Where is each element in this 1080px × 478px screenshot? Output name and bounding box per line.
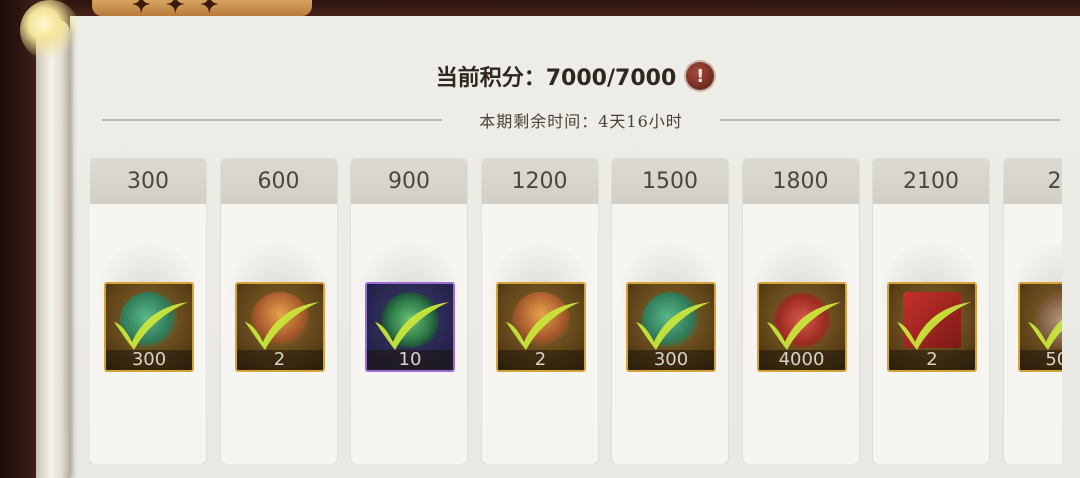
banner-decoration: ✦ ✦ ✦ (132, 0, 223, 16)
reward-threshold: 600 (220, 158, 337, 204)
reward-card[interactable]: 300 300 (90, 158, 206, 464)
reward-threshold: 2100 (873, 158, 989, 204)
reward-threshold: 900 (351, 158, 467, 204)
reward-item[interactable]: 2 (887, 282, 977, 372)
reward-threshold: 24 (1003, 158, 1062, 204)
reward-threshold: 1500 (612, 158, 728, 204)
reward-item[interactable]: 2 (234, 282, 325, 372)
reward-threshold: 1800 (742, 158, 859, 204)
reward-item[interactable]: 10 (365, 282, 455, 372)
reward-item[interactable]: 300 (104, 282, 194, 372)
reward-card[interactable]: 1500 300 (612, 158, 728, 464)
reward-threshold: 300 (90, 158, 206, 204)
reward-quantity: 300 (106, 350, 192, 370)
reward-card[interactable]: 24 500 (1003, 158, 1062, 464)
reward-card[interactable]: 1800 4000 (742, 158, 859, 464)
reward-item[interactable]: 300 (626, 282, 716, 372)
reward-quantity: 2 (497, 350, 584, 370)
reward-quantity: 500 (1019, 350, 1062, 370)
reward-quantity: 2 (889, 350, 975, 370)
reward-item[interactable]: 2 (495, 282, 586, 372)
reward-panel: 当前积分：7000/7000 ! 本期剩余时间：4天16小时 300 300 600… (70, 16, 1080, 478)
reward-item[interactable]: 4000 (756, 282, 847, 372)
reward-quantity: 2 (236, 350, 323, 370)
rewards-track[interactable]: 300 300 600 2 900 10 1200 2 1500 300 1800 4000 2100 2… (90, 158, 1062, 464)
reward-threshold: 1200 (481, 158, 598, 204)
title-banner: ✦ ✦ ✦ (92, 0, 312, 16)
scroll-roll (36, 20, 70, 478)
reward-quantity: 10 (367, 350, 453, 370)
reward-quantity: 300 (628, 350, 714, 370)
timer-row: 本期剩余时间：4天16小时 (102, 108, 1060, 132)
score-header: 当前积分：7000/7000 ! (70, 60, 1080, 92)
reward-item[interactable]: 500 (1017, 282, 1062, 372)
score-label: 当前积分：7000/7000 (435, 66, 677, 91)
remaining-time: 本期剩余时间：4天16小时 (479, 112, 683, 131)
reward-card[interactable]: 900 10 (351, 158, 467, 464)
reward-card[interactable]: 1200 2 (481, 158, 598, 464)
reward-quantity: 4000 (758, 350, 845, 370)
info-icon[interactable]: ! (686, 62, 715, 90)
reward-card[interactable]: 2100 2 (873, 158, 989, 464)
cloud-swirl-icon (20, 0, 80, 60)
reward-card[interactable]: 600 2 (220, 158, 337, 464)
